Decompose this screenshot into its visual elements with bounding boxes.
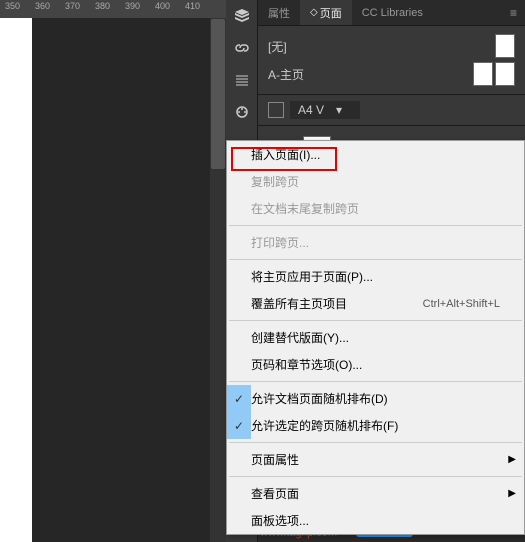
menu-apply-master[interactable]: 将主页应用于页面(P)... [227,263,524,290]
horizontal-ruler: 350 360 370 380 390 400 410 [0,0,226,18]
menu-view-pages-label: 查看页面 [251,485,299,502]
links-icon[interactable] [230,36,254,60]
menu-print-spread: 打印跨页... [227,229,524,256]
none-master-label[interactable]: [无] [268,38,287,55]
menu-separator [229,442,522,443]
menu-separator [229,225,522,226]
menu-page-attributes[interactable]: 页面属性 ▶ [227,446,524,473]
panel-menu-icon[interactable]: ≡ [502,6,525,20]
menu-insert-pages[interactable]: 插入页面(I)... [227,141,524,168]
tab-cc-libraries[interactable]: CC Libraries [352,0,433,25]
menu-override-label: 覆盖所有主页项目 [251,295,347,312]
check-icon: ✓ [227,412,251,439]
menu-separator [229,259,522,260]
swatches-icon[interactable] [230,100,254,124]
tab-pages-label: 页面 [320,5,342,21]
scrollbar-thumb[interactable] [211,19,225,169]
page-size-icon [268,102,284,118]
chevron-down-icon: ▾ [336,103,342,117]
submenu-arrow-icon: ▶ [508,488,516,499]
page-size-value: A4 V [298,103,324,117]
menu-override-all[interactable]: 覆盖所有主页项目 Ctrl+Alt+Shift+L [227,290,524,317]
menu-numbering-options[interactable]: 页码和章节选项(O)... [227,351,524,378]
menu-create-alt-layout[interactable]: 创建替代版面(Y)... [227,324,524,351]
menu-allow-shuffle-sel-label: 允许选定的跨页随机排布(F) [251,417,398,434]
submenu-arrow-icon: ▶ [508,454,516,465]
menu-shortcut: Ctrl+Alt+Shift+L [423,298,500,310]
menu-duplicate-spread-end: 在文档末尾复制跨页 [227,195,524,222]
panel-tabs: 属性 ◇ 页面 CC Libraries ≡ [258,0,525,26]
context-menu: 插入页面(I)... 复制跨页 在文档末尾复制跨页 打印跨页... 将主页应用于… [226,140,525,535]
page-size-select[interactable]: A4 V ▾ [290,101,360,119]
none-thumb[interactable] [495,34,515,58]
menu-view-pages[interactable]: 查看页面 ▶ [227,480,524,507]
master-thumb-left[interactable] [473,62,493,86]
vertical-scrollbar[interactable] [210,18,226,542]
menu-page-attrs-label: 页面属性 [251,451,299,468]
menu-allow-shuffle-doc[interactable]: ✓ 允许文档页面随机排布(D) [227,385,524,412]
menu-allow-shuffle-sel[interactable]: ✓ 允许选定的跨页随机排布(F) [227,412,524,439]
menu-duplicate-spread: 复制跨页 [227,168,524,195]
check-icon: ✓ [227,385,251,412]
document-canvas[interactable] [0,18,32,542]
a-master-label[interactable]: A-主页 [268,66,304,83]
menu-separator [229,476,522,477]
tab-pages[interactable]: ◇ 页面 [300,0,352,25]
menu-panel-options[interactable]: 面板选项... [227,507,524,534]
menu-separator [229,320,522,321]
stroke-icon[interactable] [230,68,254,92]
menu-separator [229,381,522,382]
pasteboard[interactable] [32,18,226,542]
master-thumb-right[interactable] [495,62,515,86]
menu-allow-shuffle-doc-label: 允许文档页面随机排布(D) [251,390,388,407]
layers-icon[interactable] [230,4,254,28]
tab-properties[interactable]: 属性 [258,0,300,25]
pin-icon: ◇ [310,7,318,18]
